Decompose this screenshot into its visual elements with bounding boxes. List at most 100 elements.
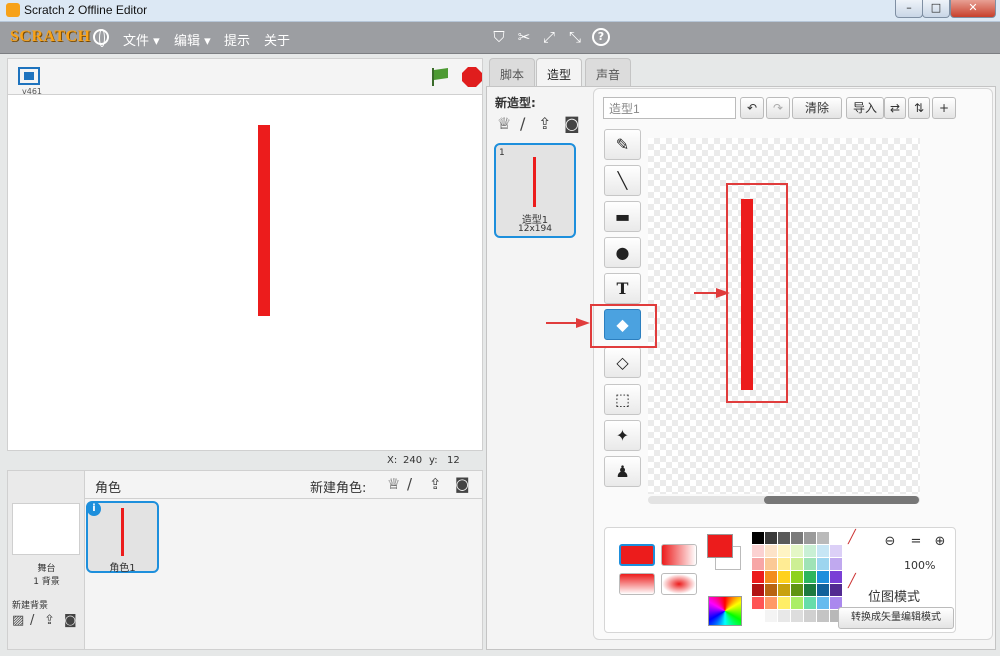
vertical-gradient-swatch[interactable]	[619, 573, 655, 595]
set-center-icon[interactable]: +	[932, 97, 956, 119]
scratch-logo[interactable]: SCRATCH	[10, 28, 91, 46]
primary-color-swatch[interactable]	[707, 534, 733, 558]
color-swatch[interactable]	[791, 610, 803, 622]
tab-costumes[interactable]: 造型	[536, 58, 583, 86]
stage-canvas[interactable]	[7, 94, 483, 451]
fullscreen-icon[interactable]	[18, 67, 40, 85]
rectangle-tool-icon[interactable]: ▬	[604, 201, 641, 232]
undo-button[interactable]: ↶	[740, 97, 764, 119]
upload-sprite-icon[interactable]: ⇪	[429, 475, 442, 493]
brush-tool-icon[interactable]: ✎	[604, 129, 641, 160]
menu-about[interactable]: 关于	[264, 30, 290, 49]
menu-edit[interactable]: 编辑 ▾	[174, 30, 211, 49]
maximize-button[interactable]: □	[922, 0, 950, 18]
zoom-reset-icon[interactable]: =	[906, 534, 926, 552]
color-swatch[interactable]	[791, 571, 803, 583]
color-swatch[interactable]	[752, 610, 764, 622]
stage-thumbnail[interactable]	[12, 503, 80, 555]
tab-sounds[interactable]: 声音	[585, 58, 632, 86]
zoom-in-icon[interactable]: ⊕	[930, 534, 950, 552]
convert-to-vector-button[interactable]: 转换成矢量编辑模式	[838, 607, 954, 629]
color-swatch[interactable]	[804, 545, 816, 557]
color-swatch[interactable]	[817, 532, 829, 544]
color-swatch[interactable]	[752, 532, 764, 544]
color-swatch[interactable]	[817, 571, 829, 583]
paint-costume-icon[interactable]: /	[520, 114, 525, 133]
color-swatch[interactable]	[765, 610, 777, 622]
remove-background-tool-icon[interactable]: ✦	[604, 420, 641, 451]
radial-gradient-swatch[interactable]	[661, 573, 697, 595]
eraser-tool-icon[interactable]: ◇	[604, 347, 641, 378]
color-swatch[interactable]	[817, 558, 829, 570]
clear-button[interactable]: 清除	[792, 97, 842, 119]
color-swatch[interactable]	[765, 571, 777, 583]
menu-file[interactable]: 文件 ▾	[123, 30, 160, 49]
color-swatch[interactable]	[778, 610, 790, 622]
color-swatch[interactable]	[765, 597, 777, 609]
help-icon[interactable]: ?	[592, 28, 610, 46]
tab-scripts[interactable]: 脚本	[489, 58, 536, 86]
color-swatch[interactable]	[752, 597, 764, 609]
redo-button[interactable]: ↷	[766, 97, 790, 119]
canvas-scrollbar[interactable]	[648, 496, 920, 504]
color-swatch[interactable]	[817, 545, 829, 557]
color-swatch[interactable]	[778, 558, 790, 570]
color-swatch[interactable]	[817, 597, 829, 609]
color-swatch[interactable]	[752, 558, 764, 570]
upload-costume-icon[interactable]: ⇪	[538, 114, 551, 133]
camera-costume-icon[interactable]: ◙	[564, 114, 580, 133]
scrollbar-thumb[interactable]	[764, 496, 919, 504]
color-swatch[interactable]	[752, 584, 764, 596]
color-picker-icon[interactable]	[708, 596, 742, 626]
flip-vertical-icon[interactable]: ⇅	[908, 97, 930, 119]
color-swatch-grid[interactable]	[752, 532, 842, 628]
color-swatch[interactable]	[804, 558, 816, 570]
color-swatch[interactable]	[778, 584, 790, 596]
color-swatch[interactable]	[830, 584, 842, 596]
color-swatch[interactable]	[765, 532, 777, 544]
no-color-alt-icon[interactable]: ╱	[848, 574, 856, 589]
color-swatch[interactable]	[765, 584, 777, 596]
camera-backdrop-icon[interactable]: ◙	[64, 613, 77, 628]
color-swatch[interactable]	[804, 597, 816, 609]
zoom-out-icon[interactable]: ⊖	[880, 534, 900, 552]
color-swatch[interactable]	[752, 571, 764, 583]
paint-backdrop-icon[interactable]: /	[30, 613, 34, 628]
select-tool-icon[interactable]: ⬚	[604, 384, 641, 415]
menu-tips[interactable]: 提示	[224, 30, 250, 49]
text-tool-icon[interactable]: T	[604, 273, 641, 304]
color-swatch[interactable]	[791, 545, 803, 557]
info-icon[interactable]: i	[87, 502, 101, 516]
color-swatch[interactable]	[778, 597, 790, 609]
color-swatch[interactable]	[830, 532, 842, 544]
sprite-library-icon[interactable]: ♕	[387, 475, 400, 493]
color-swatch[interactable]	[830, 545, 842, 557]
stamp-tool-icon[interactable]: ♟	[604, 456, 641, 487]
color-swatch[interactable]	[817, 584, 829, 596]
costume-name-field[interactable]	[603, 97, 736, 119]
paint-sprite-icon[interactable]: /	[407, 475, 412, 493]
color-swatch[interactable]	[804, 571, 816, 583]
color-swatch[interactable]	[765, 558, 777, 570]
green-flag-icon[interactable]	[431, 68, 449, 86]
color-swatch[interactable]	[778, 532, 790, 544]
flip-horizontal-icon[interactable]: ⇄	[884, 97, 906, 119]
stage-sprite-bar[interactable]	[258, 125, 270, 316]
ellipse-tool-icon[interactable]: ●	[604, 237, 641, 268]
color-swatch[interactable]	[817, 610, 829, 622]
line-tool-icon[interactable]: ╲	[604, 165, 641, 196]
color-swatch[interactable]	[765, 545, 777, 557]
color-swatch[interactable]	[791, 532, 803, 544]
shrink-icon[interactable]: ⤡	[566, 28, 584, 46]
camera-sprite-icon[interactable]: ◙	[455, 475, 470, 493]
backdrop-library-icon[interactable]: ▨	[12, 613, 24, 628]
sprite-thumbnail[interactable]: i 角色1	[86, 501, 159, 574]
upload-backdrop-icon[interactable]: ⇪	[44, 613, 55, 628]
color-swatch[interactable]	[804, 532, 816, 544]
color-swatch[interactable]	[830, 571, 842, 583]
no-color-icon[interactable]: ╱	[848, 530, 856, 545]
solid-fill-swatch[interactable]	[619, 544, 655, 566]
color-swatch[interactable]	[791, 584, 803, 596]
color-swatch[interactable]	[830, 558, 842, 570]
color-swatch[interactable]	[778, 545, 790, 557]
